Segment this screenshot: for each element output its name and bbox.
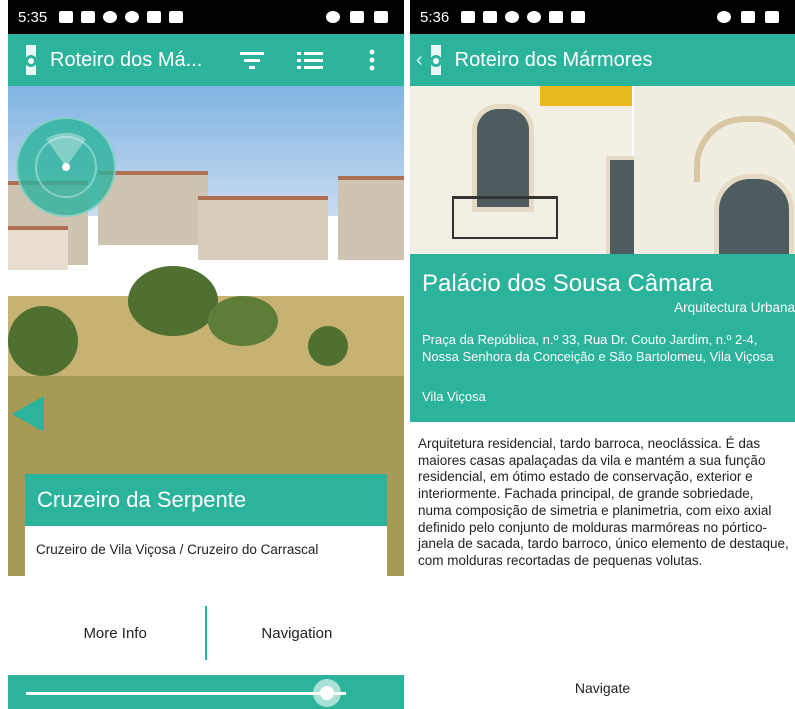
back-arrow-icon[interactable]: ‹ <box>416 49 423 72</box>
ar-view-screen: 5:35 Roteiro dos Má... Cruzeiro da Serpe… <box>8 0 404 709</box>
video-icon <box>483 11 498 23</box>
app-bar: Roteiro dos Má... <box>8 34 404 86</box>
tree-image <box>8 306 78 376</box>
radar-compass[interactable] <box>16 117 116 217</box>
navigate-button[interactable]: Navigate <box>410 680 795 696</box>
navigation-button[interactable]: Navigation <box>207 606 387 660</box>
slider-track[interactable] <box>26 692 346 695</box>
slider-handle[interactable] <box>312 679 341 707</box>
tree-image <box>208 296 278 346</box>
more-options-icon[interactable] <box>360 34 384 86</box>
alarm-icon <box>326 11 340 23</box>
bag-icon <box>169 11 184 23</box>
tree-image <box>308 326 348 366</box>
facade-photo-detail <box>634 86 795 254</box>
list-icon[interactable] <box>292 34 328 86</box>
poi-category: Arquitectura Urbana <box>674 300 795 315</box>
poi-card-actions: More Info Navigation <box>25 606 387 660</box>
browser-icon <box>125 11 140 23</box>
poi-address: Praça da República, n.º 33, Rua Dr. Cout… <box>422 332 774 364</box>
signal-icon <box>350 11 364 23</box>
wifi-icon <box>103 11 118 23</box>
photo-icon <box>549 11 564 23</box>
poi-card-title: Cruzeiro da Serpente <box>25 474 387 526</box>
battery-icon <box>765 11 779 23</box>
app-title: Roteiro dos Má... <box>50 48 203 71</box>
tree-image <box>128 266 218 336</box>
status-bar: 5:35 <box>8 0 404 34</box>
mail-icon <box>461 11 476 23</box>
browser-icon <box>527 11 542 23</box>
signal-icon <box>741 11 755 23</box>
app-logo-icon <box>25 45 37 75</box>
alarm-icon <box>717 11 731 23</box>
poi-town: Vila Viçosa <box>422 389 486 404</box>
poi-card-subtitle: Cruzeiro de Vila Viçosa / Cruzeiro do Ca… <box>36 542 319 557</box>
facade-photo <box>410 86 638 254</box>
poi-photo <box>410 86 795 254</box>
camera-view: Cruzeiro da Serpente Cruzeiro de Vila Vi… <box>8 86 404 709</box>
app-logo-icon <box>429 45 442 75</box>
status-bar: 5:36 <box>410 0 795 34</box>
photo-icon <box>147 11 162 23</box>
more-info-button[interactable]: More Info <box>25 606 205 660</box>
poi-card: Cruzeiro da Serpente Cruzeiro de Vila Vi… <box>25 474 387 660</box>
window-image <box>714 174 794 254</box>
poi-name: Palácio dos Sousa Câmara <box>422 270 713 297</box>
distance-slider-bar <box>8 675 404 709</box>
poi-detail-screen: 5:36 ‹ Roteiro dos Mármores Palácio dos … <box>410 0 795 709</box>
left-arrow-icon[interactable] <box>12 396 44 432</box>
poi-info-panel: Palácio dos Sousa Câmara Arquitectura Ur… <box>410 254 795 422</box>
mail-icon <box>59 11 74 23</box>
bag-icon <box>571 11 586 23</box>
battery-icon <box>374 11 388 23</box>
filter-icon[interactable] <box>234 34 270 86</box>
app-bar: ‹ Roteiro dos Mármores <box>410 34 795 86</box>
app-title: Roteiro dos Mármores <box>454 48 653 71</box>
poi-description: Arquitetura residencial, tardo barroca, … <box>418 436 789 568</box>
radar-icon <box>35 132 97 198</box>
status-time: 5:36 <box>420 8 450 26</box>
status-time: 5:35 <box>18 8 48 26</box>
wifi-icon <box>505 11 520 23</box>
video-icon <box>81 11 96 23</box>
